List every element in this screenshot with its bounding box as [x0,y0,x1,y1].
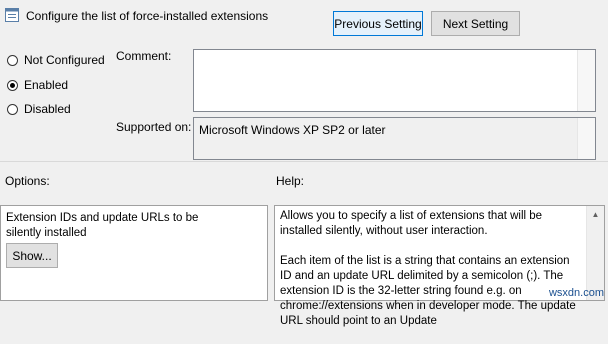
help-paragraph: Allows you to specify a list of extensio… [280,210,543,237]
comment-scrollbar[interactable] [577,50,595,111]
supported-on-label: Supported on: [116,120,192,134]
options-label: Options: [5,174,50,188]
radio-circle-icon[interactable] [7,103,18,115]
supported-on-value: Microsoft Windows XP SP2 or later [199,123,386,137]
scroll-up-icon[interactable]: ▲ [587,206,604,223]
show-button[interactable]: Show... [6,243,58,268]
help-scrollbar[interactable]: ▲ [586,206,604,300]
comment-label: Comment: [116,49,172,63]
radio-selected-icon[interactable] [7,79,18,91]
watermark: wsxdn.com [548,287,604,299]
supported-on-field: Microsoft Windows XP SP2 or later [193,117,596,160]
radio-label: Disabled [24,102,71,116]
radio-not-configured[interactable]: Not Configured [7,53,105,67]
next-setting-button[interactable]: Next Setting [431,11,520,36]
radio-enabled[interactable]: Enabled [7,78,68,92]
options-panel: Extension IDs and update URLs to be sile… [0,205,268,301]
help-text: Allows you to specify a list of extensio… [280,209,584,344]
section-divider [0,161,608,162]
policy-settings-icon [5,8,19,22]
help-paragraph: Each item of the list is a string that c… [280,255,576,327]
window-title: Configure the list of force-installed ex… [26,9,269,23]
comment-field[interactable] [193,49,596,112]
radio-label: Enabled [24,78,69,92]
help-label: Help: [276,174,305,188]
radio-label: Not Configured [24,53,105,67]
supported-on-scrollbar[interactable] [577,118,595,159]
radio-disabled[interactable]: Disabled [7,102,71,116]
previous-setting-button[interactable]: Previous Setting [333,11,423,36]
options-description: Extension IDs and update URLs to be sile… [6,212,199,239]
radio-circle-icon[interactable] [7,54,18,66]
